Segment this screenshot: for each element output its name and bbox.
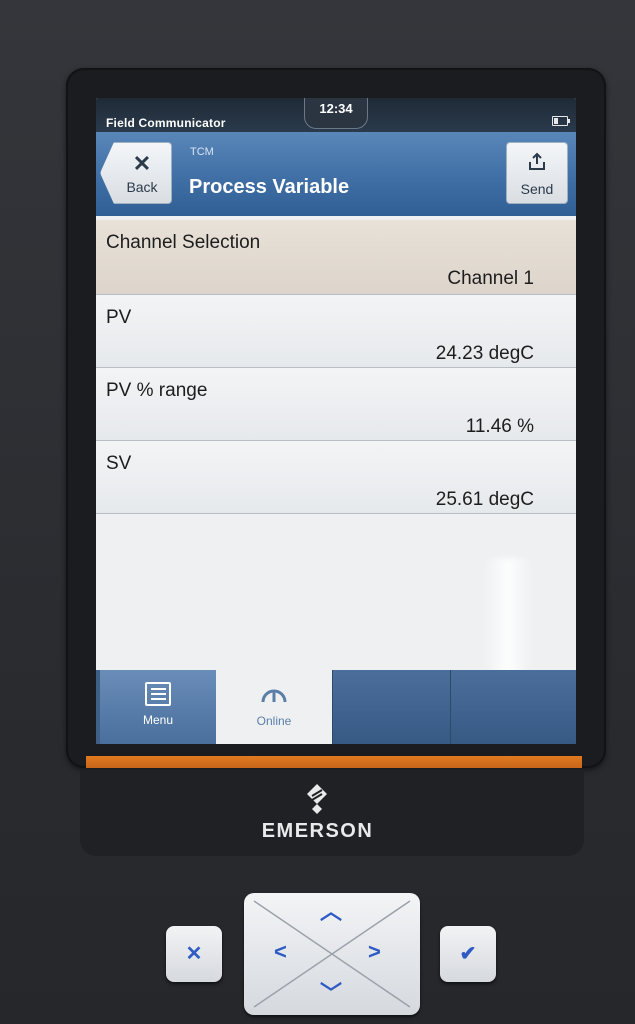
variable-list: Channel Selection Channel 1 PV 24.23 deg…: [96, 220, 576, 514]
send-button[interactable]: Send: [506, 142, 568, 204]
status-bar: Field Communicator 12:34: [96, 98, 576, 132]
back-button[interactable]: ✕ Back: [100, 142, 172, 204]
list-item-label: PV: [106, 307, 132, 328]
list-item-value: Channel 1: [447, 268, 534, 289]
header: ✕ Back TCM Process Variable Send: [96, 132, 576, 216]
tab-menu[interactable]: Menu: [100, 670, 216, 744]
chevron-up-icon[interactable]: ︿: [320, 901, 342, 923]
cancel-key[interactable]: ✕: [166, 926, 222, 982]
send-upload-icon: [507, 151, 567, 179]
tab-empty-slot: [332, 670, 451, 744]
list-item-pv[interactable]: PV 24.23 degC: [96, 295, 576, 368]
chevron-down-icon[interactable]: ﹀: [320, 983, 342, 1005]
chevron-right-icon[interactable]: >: [368, 941, 381, 963]
directional-pad[interactable]: ︿ ﹀ < >: [244, 893, 420, 1015]
status-time: 12:34: [304, 98, 368, 129]
online-gauge-icon: [216, 680, 332, 710]
enter-key[interactable]: ✔: [440, 926, 496, 982]
list-item-label: PV % range: [106, 380, 208, 401]
tab-menu-label: Menu: [142, 713, 174, 727]
list-item-label: Channel Selection: [106, 232, 261, 253]
list-item-pv-range[interactable]: PV % range 11.46 %: [96, 368, 576, 441]
field-communicator-device: Field Communicator 12:34 ✕ Back TCM Proc…: [0, 0, 635, 1024]
close-x-icon: ✕: [132, 151, 152, 176]
list-item-sv[interactable]: SV 25.61 degC: [96, 441, 576, 514]
tab-bar: Menu Online: [96, 670, 576, 744]
emerson-logo-icon: [307, 784, 327, 814]
chevron-left-icon[interactable]: <: [274, 941, 287, 963]
check-icon: ✔: [459, 943, 477, 965]
brand-name: EMERSON: [261, 820, 374, 842]
list-item-channel-selection[interactable]: Channel Selection Channel 1: [96, 220, 576, 295]
list-item-label: SV: [106, 453, 132, 474]
screen: Field Communicator 12:34 ✕ Back TCM Proc…: [96, 98, 576, 744]
list-item-value: 24.23 degC: [435, 343, 534, 364]
list-item-value: 11.46 %: [465, 416, 534, 437]
tab-online[interactable]: Online: [216, 670, 332, 744]
lower-bezel: [80, 770, 584, 856]
battery-icon: [552, 116, 570, 126]
status-app-name: Field Communicator: [106, 116, 226, 130]
tab-empty-slot: [450, 670, 576, 744]
list-item-value: 25.61 degC: [435, 489, 534, 510]
tab-online-label: Online: [256, 714, 292, 728]
back-button-label: Back: [126, 179, 158, 195]
send-button-label: Send: [520, 181, 554, 197]
menu-list-icon: [145, 682, 171, 706]
page-title: Process Variable: [189, 176, 350, 198]
orange-accent-strip: [86, 756, 582, 768]
header-subtitle: TCM: [190, 146, 214, 158]
close-icon: ✕: [185, 943, 203, 965]
